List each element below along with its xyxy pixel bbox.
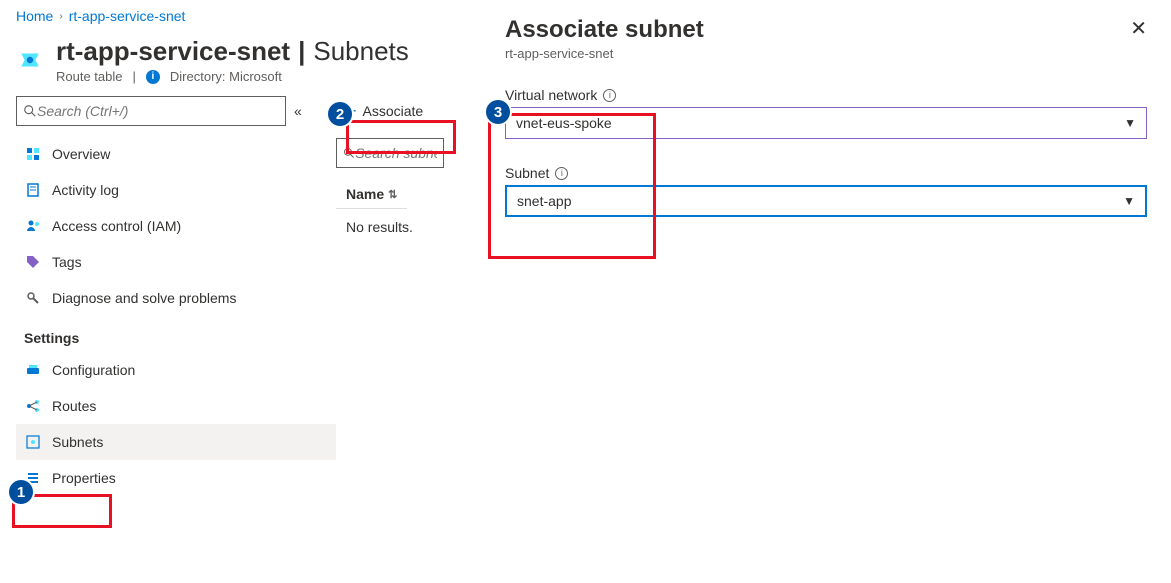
callout-1: 1 <box>7 478 35 506</box>
search-icon <box>23 104 37 118</box>
info-icon: i <box>146 70 160 84</box>
chevron-right-icon: › <box>59 11 62 22</box>
associate-subnet-panel: Associate subnet rt-app-service-snet ✕ V… <box>481 0 1171 583</box>
sidebar-item-diagnose[interactable]: Diagnose and solve problems <box>16 280 336 316</box>
sidebar-item-access-control[interactable]: Access control (IAM) <box>16 208 336 244</box>
chevron-down-icon: ▼ <box>1123 194 1135 208</box>
page-section: Subnets <box>313 36 408 67</box>
sidebar-item-overview[interactable]: Overview <box>16 136 336 172</box>
sort-icon: ⇅ <box>388 188 397 201</box>
vnet-value: vnet-eus-spoke <box>516 115 612 131</box>
sidebar-item-properties[interactable]: Properties <box>16 460 336 496</box>
column-header-name[interactable]: Name ⇅ <box>336 180 407 209</box>
activity-log-icon <box>24 181 42 199</box>
sidebar-item-label: Configuration <box>52 362 135 378</box>
sidebar-item-label: Routes <box>52 398 96 414</box>
sidebar-search[interactable] <box>16 96 286 126</box>
info-icon[interactable]: i <box>555 167 568 180</box>
tags-icon <box>24 253 42 271</box>
access-control-icon <box>24 217 42 235</box>
sidebar-item-label: Activity log <box>52 182 119 198</box>
subnets-icon <box>24 433 42 451</box>
close-icon[interactable]: ✕ <box>1130 16 1147 41</box>
search-icon <box>343 146 355 160</box>
sidebar-section-settings: Settings <box>16 316 336 352</box>
vnet-label: Virtual network <box>505 87 597 103</box>
sidebar-item-label: Diagnose and solve problems <box>52 290 236 306</box>
sidebar-item-routes[interactable]: Routes <box>16 388 336 424</box>
vnet-dropdown[interactable]: vnet-eus-spoke ▼ <box>505 107 1147 139</box>
sidebar-search-input[interactable] <box>37 103 279 119</box>
diagnose-icon <box>24 289 42 307</box>
associate-label: Associate <box>363 103 424 119</box>
subnet-dropdown[interactable]: snet-app ▼ <box>505 185 1147 217</box>
sidebar-item-label: Properties <box>52 470 116 486</box>
sidebar-item-label: Access control (IAM) <box>52 218 181 234</box>
subnets-search[interactable] <box>336 138 444 168</box>
subnets-search-input[interactable] <box>355 145 437 161</box>
sidebar-item-label: Overview <box>52 146 110 162</box>
resource-type: Route table <box>56 69 123 84</box>
breadcrumb-home[interactable]: Home <box>16 8 53 24</box>
overview-icon <box>24 145 42 163</box>
callout-2: 2 <box>326 100 354 128</box>
page-title: rt-app-service-snet <box>56 36 290 67</box>
info-icon[interactable]: i <box>603 89 616 102</box>
panel-subtitle: rt-app-service-snet <box>505 46 704 61</box>
route-table-icon <box>16 46 44 74</box>
callout-3: 3 <box>484 98 512 126</box>
sidebar-item-subnets[interactable]: Subnets <box>16 424 336 460</box>
sidebar-item-label: Tags <box>52 254 82 270</box>
routes-icon <box>24 397 42 415</box>
breadcrumb-resource[interactable]: rt-app-service-snet <box>69 8 186 24</box>
subnet-label: Subnet <box>505 165 549 181</box>
sidebar-item-tags[interactable]: Tags <box>16 244 336 280</box>
sidebar-item-activity-log[interactable]: Activity log <box>16 172 336 208</box>
collapse-sidebar-icon[interactable]: « <box>294 103 302 119</box>
chevron-down-icon: ▼ <box>1124 116 1136 130</box>
sidebar-nav: Overview Activity log Access control (IA… <box>16 136 336 496</box>
panel-title: Associate subnet <box>505 16 704 44</box>
sidebar-item-label: Subnets <box>52 434 103 450</box>
configuration-icon <box>24 361 42 379</box>
sidebar-item-configuration[interactable]: Configuration <box>16 352 336 388</box>
subnet-value: snet-app <box>517 193 571 209</box>
